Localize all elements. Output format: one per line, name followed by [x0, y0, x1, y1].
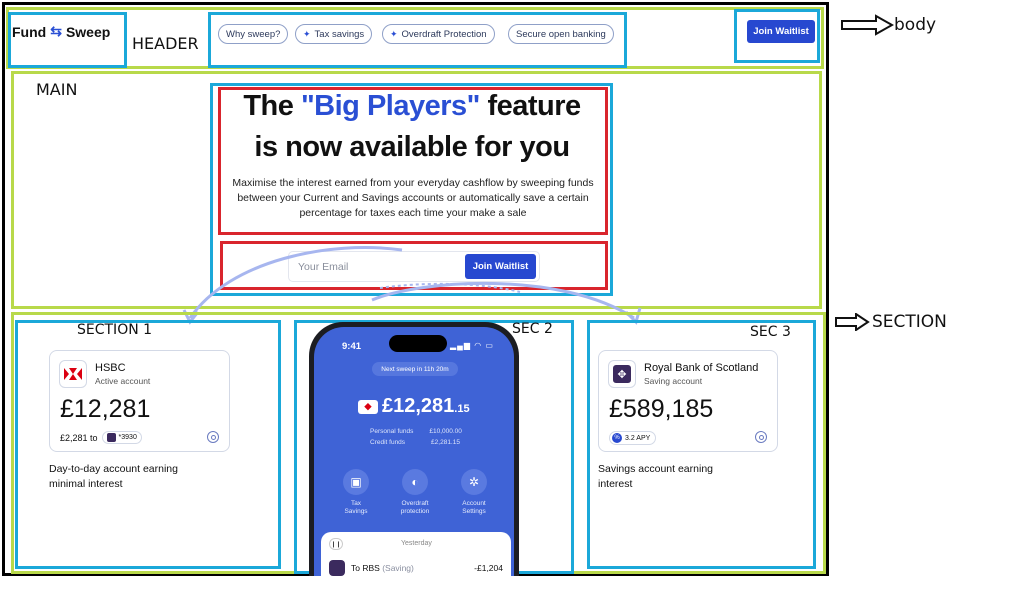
account-tag-text: *3930	[118, 434, 137, 441]
settings-icon[interactable]	[755, 431, 767, 443]
gear-icon: ✲	[461, 469, 487, 495]
action-label: protection	[400, 508, 430, 515]
annotation-main: MAIN	[36, 80, 78, 99]
status-time: 9:41	[342, 341, 362, 352]
account-tag: *3930	[101, 431, 142, 444]
hero-subtext: Maximise the interest earned from your e…	[232, 177, 594, 219]
personal-funds-row: Personal funds £10,000.00	[370, 428, 462, 435]
nav-label: Secure open banking	[516, 28, 606, 40]
annotation-body-label: body	[894, 15, 937, 35]
logo-text-left: Fund	[12, 23, 47, 40]
action-tax-savings[interactable]: ▣ Tax Savings	[336, 469, 376, 516]
logo-outline	[8, 12, 127, 68]
action-label: Tax	[350, 500, 362, 507]
phone-balance-main: £12,281	[382, 395, 455, 417]
annotation-section-label: SECTION	[872, 312, 947, 332]
account-status: Saving account	[644, 376, 703, 386]
apy-pill: % 3.2 APY	[609, 431, 657, 445]
action-overdraft-protection[interactable]: ◐ Overdraft protection	[395, 469, 435, 516]
join-waitlist-hero-button[interactable]: Join Waitlist	[465, 254, 536, 279]
action-label: Settings	[462, 508, 486, 515]
annotation-sec-3: SEC 3	[750, 324, 791, 340]
action-account-settings[interactable]: ✲ Account Settings	[454, 469, 494, 516]
phone-screen: 9:41 ▂▄▆ ◠ ▭ Next sweep in 11h 20m ◆ £12…	[314, 327, 514, 576]
nav-label: Why sweep?	[226, 28, 281, 40]
headline-prefix: The	[243, 90, 301, 122]
percent-icon: %	[612, 433, 622, 443]
day-label: Yesterday	[401, 540, 432, 547]
apy-value: 3.2 APY	[625, 434, 651, 442]
phone-balance-decimal: .15	[454, 403, 470, 415]
bank-name: Royal Bank of Scotland	[644, 362, 759, 374]
nav-why-sweep[interactable]: Why sweep?	[218, 24, 289, 44]
personal-funds-label: Personal funds	[370, 428, 414, 435]
headline-line-2: is now available for you	[254, 131, 570, 163]
transaction-name[interactable]: To RBS (Saving)	[351, 563, 414, 573]
hsbc-logo-icon	[59, 360, 87, 388]
personal-funds-value: £10,000.00	[429, 428, 462, 435]
status-icons: ▂▄▆ ◠ ▭	[450, 341, 494, 350]
email-input[interactable]	[298, 260, 448, 273]
sweep-amount: £2,281 to	[60, 432, 98, 443]
rbs-logo-icon	[329, 560, 345, 576]
headline-suffix: feature	[479, 90, 581, 122]
annotation-header: HEADER	[132, 34, 199, 53]
annotation-body: body	[840, 14, 936, 36]
overdraft-protection-icon: ◐	[402, 469, 428, 495]
credit-funds-label: Credit funds	[370, 439, 406, 446]
sweep-info: £2,281 to *3930	[60, 431, 142, 444]
next-sweep-badge: Next sweep in 11h 20m	[372, 362, 458, 376]
logo-text-right: Sweep	[65, 23, 111, 40]
arrow-right-icon	[835, 313, 870, 331]
hsbc-logo-icon: ◆	[358, 399, 378, 414]
hsbc-description: Day-to-day account earning minimal inter…	[49, 463, 178, 490]
settings-icon[interactable]	[207, 431, 219, 443]
pause-icon[interactable]: ❙❙	[329, 538, 343, 550]
sparkle-icon: ✦	[303, 28, 311, 39]
rbs-description: Savings account earning interest	[598, 463, 713, 490]
nav-label: Tax savings	[314, 28, 365, 40]
headline-accent: "Big Players"	[300, 90, 480, 122]
swap-arrows-icon: ⇆	[50, 23, 62, 39]
action-label: Account	[462, 500, 486, 507]
arrow-right-icon	[841, 14, 894, 36]
transaction-amount: -£1,204	[474, 563, 503, 573]
nav-label: Overdraft Protection	[401, 28, 487, 40]
nav-tax-savings[interactable]: ✦ Tax savings	[295, 24, 373, 44]
bank-name: HSBC	[95, 362, 126, 374]
action-label: Overdraft	[401, 500, 429, 507]
headline-line-1: The "Big Players" feature	[222, 86, 602, 127]
account-balance: £589,185	[609, 395, 714, 423]
email-form: Join Waitlist	[288, 251, 540, 282]
rbs-mini-icon	[106, 433, 116, 442]
rbs-card[interactable]: ✥ Royal Bank of Scotland Saving account …	[598, 350, 778, 452]
hsbc-card[interactable]: HSBC Active account £12,281 £2,281 to *3…	[49, 350, 230, 452]
nav-secure-open-banking[interactable]: Secure open banking	[508, 24, 614, 44]
annotation-section: SECTION	[834, 312, 947, 332]
phone-balance: ◆ £12,281.15	[358, 395, 470, 418]
rbs-logo-icon: ✥	[608, 360, 636, 388]
dynamic-island	[389, 335, 447, 352]
transaction-title: To RBS	[351, 563, 380, 573]
logo[interactable]: Fund ⇆ Sweep	[12, 23, 110, 40]
nav-overdraft-protection[interactable]: ✦ Overdraft Protection	[382, 24, 495, 44]
hero-headline: The "Big Players" feature is now availab…	[222, 86, 602, 168]
tax-savings-icon: ▣	[343, 469, 369, 495]
credit-funds-value: £2,281.15	[431, 439, 460, 446]
join-waitlist-header-button[interactable]: Join Waitlist	[747, 20, 815, 43]
apy-badge: % 3.2 APY	[609, 431, 657, 445]
credit-funds-row: Credit funds £2,281.15	[370, 439, 460, 446]
phone-mockup: 9:41 ▂▄▆ ◠ ▭ Next sweep in 11h 20m ◆ £12…	[309, 322, 519, 576]
account-balance: £12,281	[60, 395, 151, 423]
action-label: Savings	[344, 508, 368, 515]
transactions-panel: ❙❙ Yesterday To RBS (Saving) -£1,204	[321, 532, 511, 576]
transaction-tag: (Saving)	[382, 563, 414, 573]
account-status: Active account	[95, 376, 151, 386]
sparkle-icon: ✦	[390, 28, 398, 39]
annotation-sec-2: SEC 2	[512, 321, 553, 337]
annotation-section-1: SECTION 1	[77, 322, 153, 338]
